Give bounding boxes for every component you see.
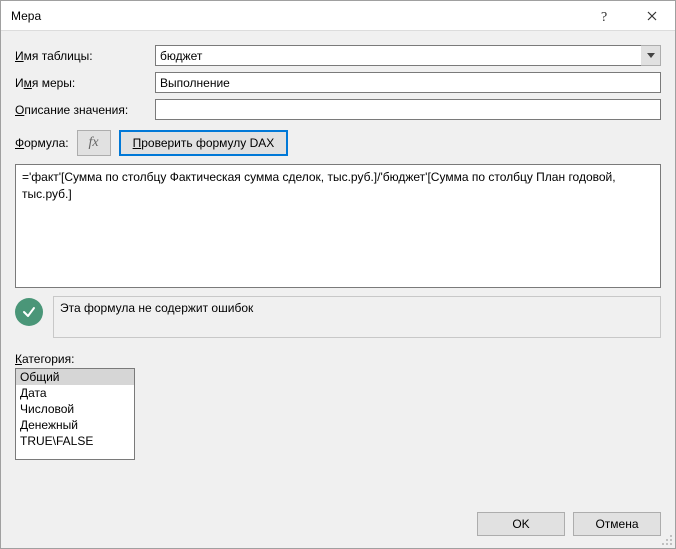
measure-name-row: Имя меры: xyxy=(15,72,661,93)
category-item[interactable]: Общий xyxy=(16,369,134,385)
measure-dialog: Мера ? Имя таблицы: Имя меры: Описание з… xyxy=(0,0,676,549)
titlebar: Мера ? xyxy=(1,1,675,31)
cancel-button[interactable]: Отмена xyxy=(573,512,661,536)
category-item[interactable]: Денежный xyxy=(16,417,134,433)
category-label: Категория: xyxy=(15,352,661,366)
help-button[interactable]: ? xyxy=(583,1,629,31)
svg-text:?: ? xyxy=(601,10,607,23)
category-item[interactable]: Числовой xyxy=(16,401,134,417)
status-row: Эта формула не содержит ошибок xyxy=(15,296,661,338)
category-item[interactable]: Дата xyxy=(16,385,134,401)
check-dax-button[interactable]: Проверить формулу DAX xyxy=(119,130,289,156)
fx-button[interactable]: fx xyxy=(77,130,111,156)
ok-button[interactable]: OK xyxy=(477,512,565,536)
status-message: Эта формула не содержит ошибок xyxy=(53,296,661,338)
table-name-combo[interactable] xyxy=(155,45,661,66)
close-button[interactable] xyxy=(629,1,675,31)
dialog-content: Имя таблицы: Имя меры: Описание значения… xyxy=(1,31,675,502)
description-label: Описание значения: xyxy=(15,103,155,117)
dialog-title: Мера xyxy=(11,9,583,23)
formula-toolbar: Формула: fx Проверить формулу DAX xyxy=(15,130,661,156)
category-item[interactable]: TRUE\FALSE xyxy=(16,433,134,449)
dialog-buttons: OK Отмена xyxy=(1,502,675,548)
table-name-label: Имя таблицы: xyxy=(15,49,155,63)
description-input[interactable] xyxy=(155,99,661,120)
table-name-input[interactable] xyxy=(155,45,641,66)
success-icon xyxy=(15,298,43,326)
table-name-row: Имя таблицы: xyxy=(15,45,661,66)
dropdown-arrow-icon[interactable] xyxy=(641,45,661,66)
measure-name-label: Имя меры: xyxy=(15,76,155,90)
resize-grip-icon[interactable] xyxy=(661,534,673,546)
description-row: Описание значения: xyxy=(15,99,661,120)
category-list[interactable]: Общий Дата Числовой Денежный TRUE\FALSE xyxy=(15,368,135,460)
formula-editor[interactable] xyxy=(15,164,661,288)
formula-label: Формула: xyxy=(15,136,69,150)
measure-name-input[interactable] xyxy=(155,72,661,93)
